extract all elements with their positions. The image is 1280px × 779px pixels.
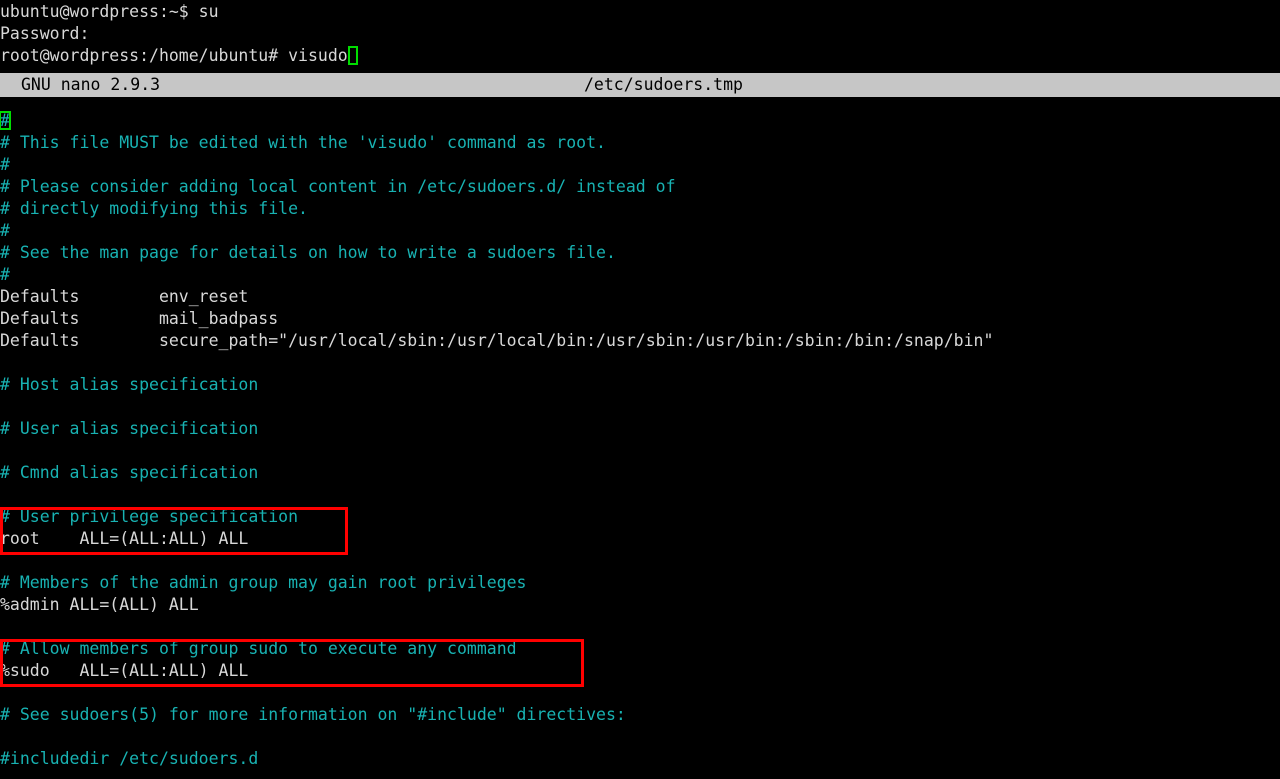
editor-line-text: # See sudoers(5) for more information on…	[0, 705, 626, 724]
editor-line-text: #	[0, 221, 10, 240]
nano-title-bar: GNU nano 2.9.3 /etc/sudoers.tmp	[0, 73, 1280, 97]
editor-line[interactable]: root ALL=(ALL:ALL) ALL	[0, 528, 1280, 550]
nano-version-label: GNU nano 2.9.3	[21, 75, 161, 94]
editor-line[interactable]	[0, 440, 1280, 462]
editor-line-text: #	[0, 111, 10, 130]
editor-line-text: root ALL=(ALL:ALL) ALL	[0, 529, 249, 548]
shell-line-visudo: root@wordpress:/home/ubuntu# visudo	[0, 45, 359, 67]
editor-line[interactable]	[0, 616, 1280, 638]
editor-line[interactable]: # Members of the admin group may gain ro…	[0, 572, 1280, 594]
editor-line[interactable]: # See sudoers(5) for more information on…	[0, 704, 1280, 726]
editor-line-text: # Members of the admin group may gain ro…	[0, 573, 527, 592]
editor-line-text: # User alias specification	[0, 419, 259, 438]
editor-line[interactable]	[0, 726, 1280, 748]
editor-line-text: #	[0, 155, 10, 174]
editor-cursor: #	[0, 110, 11, 132]
editor-line-text: #	[0, 265, 10, 284]
editor-line[interactable]	[0, 352, 1280, 374]
editor-line[interactable]: # Allow members of group sudo to execute…	[0, 638, 1280, 660]
editor-line-text: # This file MUST be edited with the 'vis…	[0, 133, 606, 152]
shell-line-password-prompt: Password:	[0, 23, 89, 45]
nano-filename-label: /etc/sudoers.tmp	[584, 75, 743, 94]
editor-line[interactable]: Defaults mail_badpass	[0, 308, 1280, 330]
editor-line-text: # directly modifying this file.	[0, 199, 308, 218]
editor-line-text: # Host alias specification	[0, 375, 259, 394]
editor-line-text: Defaults mail_badpass	[0, 309, 279, 328]
editor-line[interactable]	[0, 396, 1280, 418]
editor-line-text: # Cmnd alias specification	[0, 463, 259, 482]
editor-line-text: #includedir /etc/sudoers.d	[0, 749, 259, 768]
editor-line[interactable]: #	[0, 110, 1280, 132]
editor-line[interactable]: #includedir /etc/sudoers.d	[0, 748, 1280, 770]
editor-line[interactable]: #	[0, 220, 1280, 242]
editor-line[interactable]: Defaults env_reset	[0, 286, 1280, 308]
editor-line-text: %sudo ALL=(ALL:ALL) ALL	[0, 661, 249, 680]
editor-line[interactable]	[0, 682, 1280, 704]
editor-line[interactable]: # Cmnd alias specification	[0, 462, 1280, 484]
editor-line-text: Defaults secure_path="/usr/local/sbin:/u…	[0, 331, 994, 350]
editor-line-text: %admin ALL=(ALL) ALL	[0, 595, 199, 614]
editor-line-text: # See the man page for details on how to…	[0, 243, 616, 262]
editor-line[interactable]: # See the man page for details on how to…	[0, 242, 1280, 264]
editor-line[interactable]: #	[0, 264, 1280, 286]
terminal-shell-output: ubuntu@wordpress:~$ su Password: root@wo…	[0, 0, 1280, 72]
editor-line-text: Defaults env_reset	[0, 287, 249, 306]
editor-line-text: # Allow members of group sudo to execute…	[0, 639, 517, 658]
shell-line-su: ubuntu@wordpress:~$ su	[0, 1, 219, 23]
editor-line[interactable]: #	[0, 154, 1280, 176]
editor-line[interactable]	[0, 484, 1280, 506]
shell-line-su-text: ubuntu@wordpress:~$ su	[0, 2, 219, 21]
editor-line[interactable]: # Host alias specification	[0, 374, 1280, 396]
editor-line[interactable]: Defaults secure_path="/usr/local/sbin:/u…	[0, 330, 1280, 352]
editor-line[interactable]: # User alias specification	[0, 418, 1280, 440]
shell-cursor	[347, 46, 359, 65]
editor-line[interactable]: %admin ALL=(ALL) ALL	[0, 594, 1280, 616]
editor-line-text: # Please consider adding local content i…	[0, 177, 676, 196]
shell-line-visudo-text: root@wordpress:/home/ubuntu# visudo	[0, 46, 348, 65]
editor-line-text: # User privilege specification	[0, 507, 299, 526]
shell-line-password-text: Password:	[0, 24, 90, 43]
editor-line[interactable]: %sudo ALL=(ALL:ALL) ALL	[0, 660, 1280, 682]
editor-line[interactable]: # Please consider adding local content i…	[0, 176, 1280, 198]
editor-line[interactable]	[0, 550, 1280, 572]
nano-editor-buffer[interactable]: # # This file MUST be edited with the 'vi…	[0, 110, 1280, 779]
editor-line[interactable]: # This file MUST be edited with the 'vis…	[0, 132, 1280, 154]
editor-line[interactable]: # User privilege specification	[0, 506, 1280, 528]
editor-line[interactable]: # directly modifying this file.	[0, 198, 1280, 220]
